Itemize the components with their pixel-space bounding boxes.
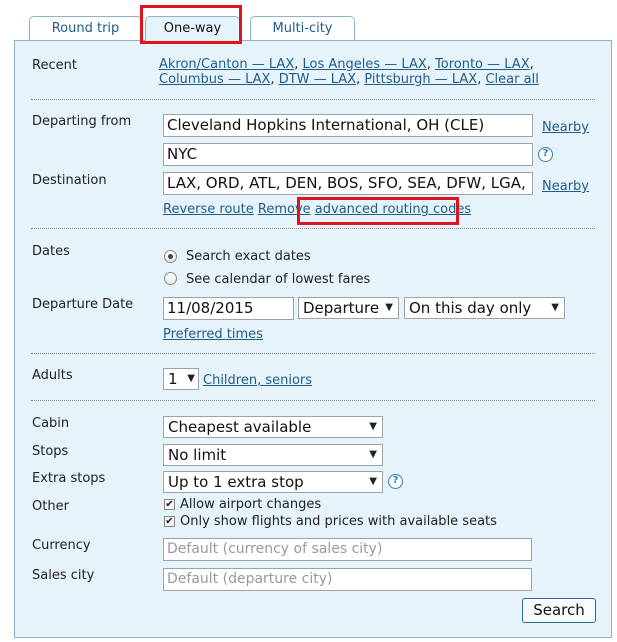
reverse-route-link[interactable]: Reverse route bbox=[163, 202, 254, 217]
divider bbox=[31, 228, 595, 229]
recent-link-akron[interactable]: Akron/Canton — LAX bbox=[159, 57, 294, 72]
allow-airport-changes-label: Allow airport changes bbox=[180, 497, 322, 512]
available-seats-label: Only show flights and prices with availa… bbox=[180, 514, 497, 529]
chevron-down-icon: ▼ bbox=[369, 421, 377, 432]
chevron-down-icon: ▼ bbox=[369, 449, 377, 460]
destination-nearby-link[interactable]: Nearby bbox=[542, 179, 589, 194]
help-icon[interactable]: ? bbox=[538, 147, 553, 162]
help-icon[interactable]: ? bbox=[388, 474, 403, 489]
chevron-down-icon: ▼ bbox=[369, 476, 377, 487]
recent-link-pittsburgh[interactable]: Pittsburgh — LAX bbox=[364, 72, 477, 87]
currency-label: Currency bbox=[32, 538, 91, 553]
date-flex-select[interactable]: On this day only ▼ bbox=[404, 297, 565, 319]
recent-link-los-angeles[interactable]: Los Angeles — LAX bbox=[303, 57, 427, 72]
destination-extra-input[interactable]: LAX, ORD, ATL, DEN, BOS, SFO, SEA, DFW, … bbox=[163, 172, 533, 195]
divider bbox=[31, 99, 595, 100]
calendar-fares-label: See calendar of lowest fares bbox=[186, 272, 371, 287]
cabin-value: Cheapest available bbox=[168, 418, 312, 436]
preferred-times-link[interactable]: Preferred times bbox=[163, 327, 263, 342]
chevron-down-icon: ▼ bbox=[385, 302, 393, 313]
recent-link-toronto[interactable]: Toronto — LAX bbox=[435, 57, 530, 72]
adults-label: Adults bbox=[32, 368, 73, 383]
departure-date-input[interactable]: 11/08/2015 bbox=[163, 297, 294, 320]
search-button[interactable]: Search bbox=[522, 598, 596, 623]
date-flex-value: On this day only bbox=[409, 299, 532, 317]
departing-from-input[interactable]: Cleveland Hopkins International, OH (CLE… bbox=[163, 114, 533, 137]
routing-links: Reverse route Remove advanced routing co… bbox=[163, 202, 471, 217]
sales-city-input[interactable]: Default (departure city) bbox=[163, 568, 532, 591]
sales-city-label: Sales city bbox=[32, 568, 95, 583]
departing-from-label: Departing from bbox=[32, 114, 132, 129]
available-seats-checkbox[interactable]: ✔ bbox=[164, 516, 175, 527]
remove-link[interactable]: Remove bbox=[258, 202, 311, 217]
destination-input[interactable]: NYC bbox=[163, 143, 533, 166]
children-seniors-link[interactable]: Children, seniors bbox=[203, 373, 312, 388]
clear-all-link[interactable]: Clear all bbox=[485, 72, 538, 87]
extra-stops-value: Up to 1 extra stop bbox=[168, 473, 304, 491]
recent-link-dtw[interactable]: DTW — LAX bbox=[279, 72, 356, 87]
calendar-fares-radio[interactable] bbox=[164, 272, 177, 285]
recent-label: Recent bbox=[32, 58, 77, 73]
advanced-routing-codes-link[interactable]: advanced routing codes bbox=[315, 202, 471, 217]
departure-type-value: Departure bbox=[303, 299, 380, 317]
divider bbox=[31, 353, 595, 354]
extra-stops-select[interactable]: Up to 1 extra stop ▼ bbox=[163, 471, 383, 493]
search-form-panel: Recent Akron/Canton — LAX, Los Angeles —… bbox=[14, 40, 612, 638]
destination-label: Destination bbox=[32, 173, 107, 188]
chevron-down-icon: ▼ bbox=[187, 373, 195, 384]
other-label: Other bbox=[32, 499, 69, 514]
allow-airport-changes-checkbox[interactable]: ✔ bbox=[164, 499, 175, 510]
currency-input[interactable]: Default (currency of sales city) bbox=[163, 538, 532, 561]
recent-link-columbus[interactable]: Columbus — LAX bbox=[159, 72, 270, 87]
tab-one-way[interactable]: One-way bbox=[145, 16, 240, 44]
extra-stops-label: Extra stops bbox=[32, 471, 106, 486]
exact-dates-radio[interactable] bbox=[164, 250, 177, 263]
stops-select[interactable]: No limit ▼ bbox=[163, 444, 383, 466]
departing-nearby-link[interactable]: Nearby bbox=[542, 120, 589, 135]
departure-date-label: Departure Date bbox=[32, 297, 134, 312]
cabin-select[interactable]: Cheapest available ▼ bbox=[163, 416, 383, 438]
adults-select[interactable]: 1 ▼ bbox=[163, 368, 199, 390]
adults-value: 1 bbox=[168, 370, 178, 388]
chevron-down-icon: ▼ bbox=[551, 302, 559, 313]
stops-label: Stops bbox=[32, 444, 69, 459]
tab-round-trip[interactable]: Round trip bbox=[29, 16, 142, 42]
stops-value: No limit bbox=[168, 446, 227, 464]
recent-searches: Akron/Canton — LAX, Los Angeles — LAX, T… bbox=[159, 57, 539, 87]
departure-type-select[interactable]: Departure ▼ bbox=[298, 297, 399, 319]
exact-dates-label: Search exact dates bbox=[186, 249, 311, 264]
tab-multi-city[interactable]: Multi-city bbox=[250, 16, 355, 42]
cabin-label: Cabin bbox=[32, 416, 70, 431]
divider bbox=[31, 400, 595, 401]
dates-label: Dates bbox=[32, 244, 70, 259]
